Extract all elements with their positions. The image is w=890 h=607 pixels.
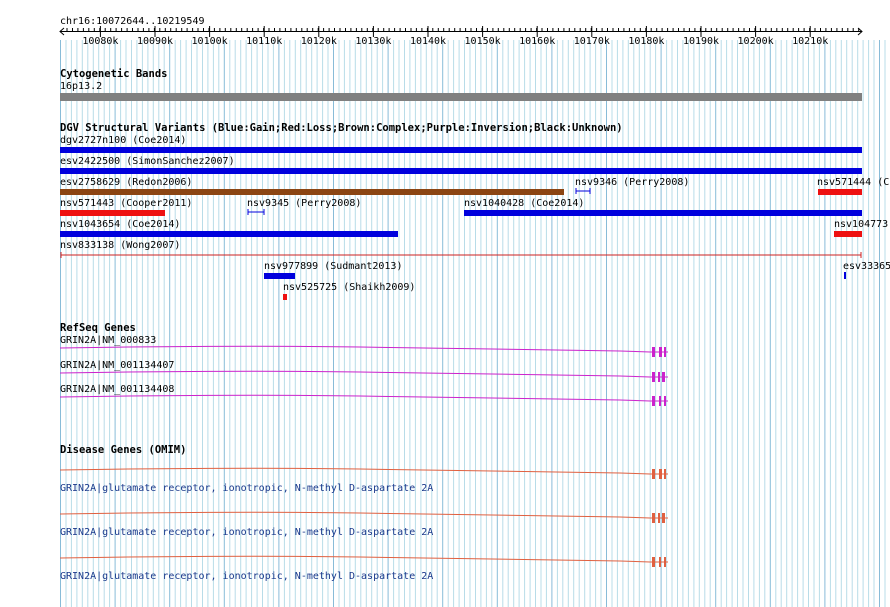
omim-entry-1[interactable]: GRIN2A|glutamate receptor, ionotropic, N…	[60, 483, 433, 494]
dgv-track-title: DGV Structural Variants (Blue:Gain;Red:L…	[60, 122, 623, 134]
gene-model-nm-001134408[interactable]	[0, 392, 890, 410]
ruler-tick-label: 10090k	[137, 36, 173, 47]
variant-bar-nsv1043654[interactable]	[60, 231, 398, 237]
ruler-tick-label: 10130k	[355, 36, 391, 47]
variant-bar-esv33365[interactable]	[844, 272, 846, 279]
variant-label-esv33365: esv33365	[843, 261, 890, 272]
variant-bar-nsv571443[interactable]	[60, 210, 165, 216]
cytoband-bar[interactable]	[60, 93, 862, 101]
variant-bar-nsv525725[interactable]	[283, 294, 287, 300]
omim-gene-model-1[interactable]	[0, 465, 890, 483]
variant-label-esv2422500: esv2422500 (SimonSanchez2007)	[60, 156, 235, 167]
variant-bar-esv2422500[interactable]	[60, 168, 862, 174]
cytoband-track-title: Cytogenetic Bands	[60, 68, 168, 80]
omim-entry-2[interactable]: GRIN2A|glutamate receptor, ionotropic, N…	[60, 527, 433, 538]
variant-bar-nsv833138[interactable]	[59, 251, 865, 259]
variant-bar-nsv9346[interactable]	[575, 187, 593, 195]
variant-label-nsv104773: nsv104773	[834, 219, 889, 230]
variant-bar-dgv2727n100[interactable]	[60, 147, 862, 153]
cytoband-label: 16p13.2	[60, 81, 103, 92]
ruler-tick-label: 10200k	[738, 36, 774, 47]
ruler-tick-label: 10150k	[465, 36, 501, 47]
variant-label-dgv2727n100: dgv2727n100 (Coe2014)	[60, 135, 187, 146]
variant-label-nsv1040428: nsv1040428 (Coe2014)	[464, 198, 585, 209]
variant-label-nsv1043654: nsv1043654 (Coe2014)	[60, 219, 181, 230]
ruler-tick-label: 10160k	[519, 36, 555, 47]
gene-model-nm-000833[interactable]	[0, 343, 890, 361]
ruler-tick-label: 10140k	[410, 36, 446, 47]
ruler-tick-label: 10100k	[192, 36, 228, 47]
ruler-tick-label: 10190k	[683, 36, 719, 47]
ruler-tick-label: 10170k	[574, 36, 610, 47]
ruler-tick-label: 10180k	[628, 36, 664, 47]
omim-gene-model-2[interactable]	[0, 509, 890, 527]
variant-label-esv2758629: esv2758629 (Redon2006)	[60, 177, 193, 188]
variant-label-nsv977899: nsv977899 (Sudmant2013)	[264, 261, 403, 272]
coordinate-ruler[interactable]: 10080k 10090k 10100k 10110k 10120k 10130k 1014…	[0, 0, 890, 50]
ruler-tick-label: 10210k	[792, 36, 828, 47]
variant-bar-nsv1040428[interactable]	[464, 210, 862, 216]
omim-gene-model-3[interactable]	[0, 553, 890, 571]
omim-track-title: Disease Genes (OMIM)	[60, 444, 187, 456]
variant-bar-nsv977899[interactable]	[264, 273, 295, 279]
omim-entry-3[interactable]: GRIN2A|glutamate receptor, ionotropic, N…	[60, 571, 433, 582]
variant-bar-nsv9345[interactable]	[247, 208, 267, 216]
variant-label-nsv833138: nsv833138 (Wong2007)	[60, 240, 181, 251]
variant-bar-esv2758629[interactable]	[60, 189, 564, 195]
variant-label-nsv571444: nsv571444 (C	[817, 177, 890, 188]
variant-bar-nsv104773[interactable]	[834, 231, 862, 237]
variant-bar-nsv571444[interactable]	[818, 189, 862, 195]
ruler-tick-label: 10120k	[301, 36, 337, 47]
variant-label-nsv525725: nsv525725 (Shaikh2009)	[283, 282, 416, 293]
refseq-track-title: RefSeq Genes	[60, 322, 136, 334]
variant-label-nsv571443: nsv571443 (Cooper2011)	[60, 198, 193, 209]
ruler-tick-label: 10080k	[82, 36, 118, 47]
ruler-tick-label: 10110k	[246, 36, 282, 47]
